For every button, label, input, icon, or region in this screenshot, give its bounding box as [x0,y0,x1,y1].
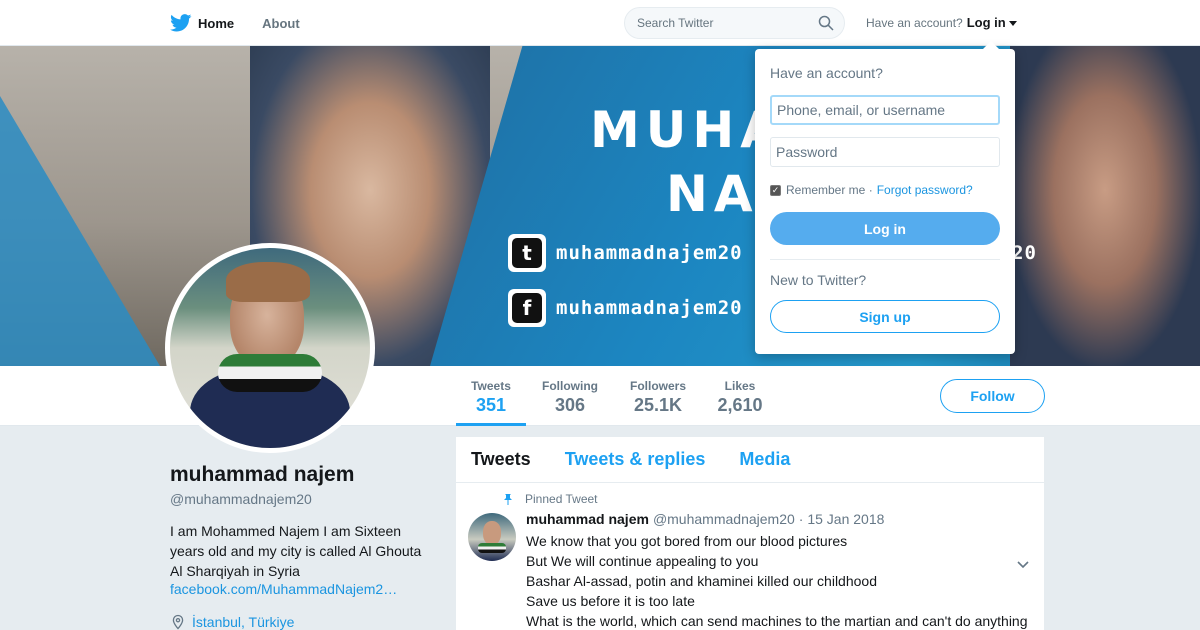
banner-twitter-icon: t [508,234,546,272]
dropdown-title: Have an account? [770,65,883,81]
tweet-line: Save us before it is too late [526,593,695,609]
banner-twitter-handle: muhammadnajem20 [556,242,743,264]
login-dropdown: Have an account? ✓ Remember me · Forgot … [755,41,1015,354]
follow-button[interactable]: Follow [940,379,1045,413]
banner-facebook-icon: f [508,289,546,327]
banner-portrait-right [1010,46,1200,366]
banner-handle-tail: 20 [1012,242,1037,264]
tweet-line: What is the world, which can send machin… [526,613,1028,629]
tweet-avatar[interactable] [468,513,516,561]
banner-twitter-glyph: t [512,238,542,268]
stat-value: 25.1K [633,395,683,415]
twitter-bird-icon [170,14,192,32]
checkbox-checked-icon[interactable]: ✓ [770,184,781,196]
caret-down-icon [1008,21,1017,27]
tweet-date[interactable]: · 15 Jan 2018 [799,511,885,527]
stat-tweets[interactable]: Tweets 351 [456,366,526,426]
password-field[interactable] [770,137,1000,167]
banner-twitter-row: t muhammadnajem20 [508,234,743,272]
login-toggle-label: Log in [966,15,1006,30]
stat-label: Following [542,379,598,393]
location-text: İstanbul, Türkiye [192,614,295,630]
pinned-label: Pinned Tweet [502,492,598,506]
profile-name[interactable]: muhammad najem [170,463,354,487]
stat-value: 306 [554,395,586,415]
search-icon[interactable] [818,15,834,31]
forgot-password-link[interactable]: Forgot password? [877,183,973,197]
tweet-avatar-face [483,521,501,545]
signup-button[interactable]: Sign up [770,300,1000,333]
tab-tweets[interactable]: Tweets [471,449,531,470]
nav-left: Home About [170,0,328,46]
remember-label: Remember me · [786,183,873,197]
avatar-hair [226,262,310,302]
tweet-line: Bashar Al-assad, potin and khaminei kill… [526,573,877,589]
about-link[interactable]: About [262,16,300,31]
pinned-text: Pinned Tweet [525,492,598,506]
timeline-tabs: Tweets Tweets & replies Media [456,437,1044,483]
stat-followers[interactable]: Followers 25.1K [620,366,696,426]
top-nav: Home About Search Twitter Have an accoun… [0,0,1200,46]
pin-icon [504,494,512,505]
banner-facebook-glyph: f [512,293,542,323]
account-prompt: Have an account? Log in [866,15,1017,30]
location-icon [172,614,184,630]
avatar-scarf [218,354,322,392]
banner-facebook-handle: muhammadnajem20 [556,297,743,319]
avatar-image [170,248,370,448]
tab-tweets-replies[interactable]: Tweets & replies [565,449,706,470]
account-prompt-text: Have an account? [866,15,963,30]
banner-facebook-row: f muhammadnajem20 [508,289,743,327]
stat-label: Likes [724,379,756,393]
tweet-line: But We will continue appealing to you [526,553,759,569]
divider [770,259,1000,260]
tweet-header: muhammad najem @muhammadnajem20 · 15 Jan… [526,511,884,527]
username-field[interactable] [770,95,1000,125]
profile-handle[interactable]: @muhammadnajem20 [170,491,312,507]
tweet[interactable]: Pinned Tweet muhammad najem @muhammadnaj… [456,483,1044,630]
stat-value: 351 [475,395,507,415]
tweet-handle[interactable]: @muhammadnajem20 [653,511,795,527]
tweet-line: We know that you got bored from our bloo… [526,533,848,549]
profile-bio: I am Mohammed Najem I am Sixteen years o… [170,523,422,579]
avatar[interactable] [165,243,375,453]
tweet-author[interactable]: muhammad najem [526,511,649,527]
home-label: Home [198,15,235,31]
profile-link[interactable]: facebook.com/MuhammadNajem2… [170,581,397,597]
stat-value: 2,610 [717,395,763,415]
tweet-text: We know that you got bored from our bloo… [526,531,1036,630]
login-button[interactable]: Log in [770,212,1000,245]
stat-following[interactable]: Following 306 [535,366,605,426]
home-link[interactable]: Home [170,14,234,32]
stat-label: Tweets [471,379,511,393]
stat-likes[interactable]: Likes 2,610 [708,366,772,426]
remember-row: ✓ Remember me · Forgot password? [770,183,973,197]
tweet-avatar-scarf [478,543,506,553]
login-dropdown-toggle[interactable]: Log in [967,15,1017,30]
search-input[interactable]: Search Twitter [624,7,845,39]
profile-location[interactable]: İstanbul, Türkiye [170,614,294,630]
timeline: Tweets Tweets & replies Media Pinned Twe… [456,437,1044,630]
stat-label: Followers [629,379,686,393]
tab-media[interactable]: Media [739,449,790,470]
search-placeholder: Search Twitter [637,16,714,30]
new-to-twitter-text: New to Twitter? [770,272,867,288]
